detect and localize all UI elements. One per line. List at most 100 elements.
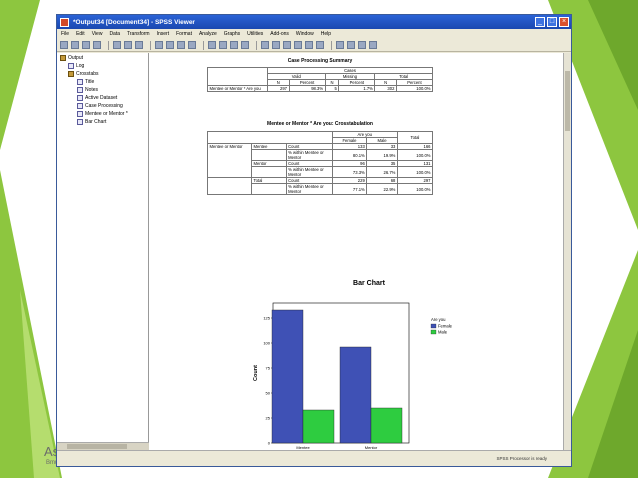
col-header-total: Total (396, 131, 434, 144)
menu-file[interactable]: File (61, 31, 69, 37)
menu-addons[interactable]: Add-ons (270, 31, 289, 37)
select-last-output-icon[interactable] (208, 41, 216, 49)
print-icon[interactable] (82, 41, 90, 49)
table-icon (77, 111, 83, 117)
insert-title-icon[interactable] (241, 41, 249, 49)
legend-label-male: Male (438, 330, 448, 335)
save-icon[interactable] (71, 41, 79, 49)
menu-format[interactable]: Format (176, 31, 192, 37)
menu-bar: File Edit View Data Transform Insert For… (57, 29, 571, 39)
close-button[interactable]: × (559, 17, 569, 27)
info-icon[interactable] (369, 41, 377, 49)
y-tick-label: 25 (266, 416, 271, 421)
book-icon (68, 71, 74, 77)
designate-window-icon[interactable] (219, 41, 227, 49)
outline-item-crosstab-table[interactable]: Mentee or Mentor * (77, 111, 128, 117)
table-icon (77, 103, 83, 109)
outline-item-output[interactable]: Output (60, 55, 83, 61)
toolbar-separator (256, 40, 257, 50)
undo-icon[interactable] (124, 41, 132, 49)
arrow-right-icon[interactable] (316, 41, 324, 49)
notes-icon (77, 87, 83, 93)
dataset-icon (77, 95, 83, 101)
insert-heading-icon[interactable] (230, 41, 238, 49)
y-tick-label: 100 (263, 341, 270, 346)
bar-female-mentor (339, 346, 372, 444)
chart-icon (77, 119, 83, 125)
menu-view[interactable]: View (92, 31, 103, 37)
redo-icon[interactable] (135, 41, 143, 49)
table-cell: 1.7% (338, 85, 376, 92)
table-cell: 100.0% (396, 183, 434, 195)
demote-icon[interactable] (272, 41, 280, 49)
title-bar[interactable]: *Output34 [Document34] - SPSS Viewer _ □… (57, 15, 571, 29)
table-cell: 297 (267, 85, 290, 92)
chart-title: Bar Chart (353, 280, 386, 287)
maximize-button[interactable]: □ (547, 17, 557, 27)
slide: As Bmu *Output34 [Document34] - SPSS Vie… (0, 0, 638, 478)
outline-item-case-processing[interactable]: Case Processing (77, 103, 123, 109)
outline-item-crosstabs[interactable]: Crosstabs (68, 71, 99, 77)
output-vertical-scrollbar[interactable] (563, 53, 571, 450)
print-preview-icon[interactable] (93, 41, 101, 49)
table-cell: 26.7% (366, 166, 398, 178)
outline-item-bar-chart[interactable]: Bar Chart (77, 119, 106, 125)
collapse-icon[interactable] (294, 41, 302, 49)
menu-help[interactable]: Help (321, 31, 331, 37)
open-icon[interactable] (60, 41, 68, 49)
variables-icon[interactable] (177, 41, 185, 49)
hide-icon[interactable] (347, 41, 355, 49)
outline-pane: Output Log Crosstabs Title Notes Active … (57, 53, 149, 450)
table-cell: 19.9% (366, 149, 398, 161)
menu-window[interactable]: Window (296, 31, 314, 37)
table-cell: 5 (324, 85, 340, 92)
goto-case-icon[interactable] (166, 41, 174, 49)
row-group-label (251, 166, 287, 178)
title-icon (77, 79, 83, 85)
outline-horizontal-scrollbar[interactable] (57, 442, 149, 450)
viewer-content: Output Log Crosstabs Title Notes Active … (57, 53, 571, 450)
table-cell: 100.0% (396, 166, 434, 178)
legend-label-female: Female (438, 324, 453, 329)
promote-icon[interactable] (261, 41, 269, 49)
bar-female-mentee (271, 309, 304, 444)
stat-label: % within Mentee or Mentor (285, 149, 333, 161)
row-group-label (251, 149, 287, 161)
toolbar-separator (203, 40, 204, 50)
bar-male-mentee (302, 409, 335, 444)
export-icon[interactable] (113, 41, 121, 49)
menu-analyze[interactable]: Analyze (199, 31, 217, 37)
bar-chart[interactable]: Bar Chart0255075100125CountMenteeMentorM… (249, 273, 479, 453)
crosstab-title: Mentee or Mentor * Are you: Crosstabulat… (267, 121, 373, 127)
y-tick-label: 0 (268, 441, 271, 446)
case-summary-table[interactable]: Cases Valid Missing Total N Percent N Pe… (207, 67, 434, 92)
arrow-left-icon[interactable] (305, 41, 313, 49)
y-tick-label: 125 (263, 316, 270, 321)
toolbar-separator (108, 40, 109, 50)
outline-item-active-dataset[interactable]: Active Dataset (77, 95, 117, 101)
menu-data[interactable]: Data (109, 31, 120, 37)
menu-insert[interactable]: Insert (157, 31, 170, 37)
outline-item-title[interactable]: Title (77, 79, 94, 85)
table-cell: 100.0% (395, 85, 434, 92)
table-cell: 22.9% (366, 183, 398, 195)
script-icon[interactable] (358, 41, 366, 49)
log-icon (68, 63, 74, 69)
menu-transform[interactable]: Transform (127, 31, 150, 37)
chart-builder-icon[interactable] (188, 41, 196, 49)
show-icon[interactable] (336, 41, 344, 49)
outline-item-notes[interactable]: Notes (77, 87, 98, 93)
scroll-thumb[interactable] (67, 444, 127, 449)
table-cell: 80.1% (331, 149, 368, 161)
menu-edit[interactable]: Edit (76, 31, 85, 37)
minimize-button[interactable]: _ (535, 17, 545, 27)
scroll-thumb[interactable] (565, 71, 570, 131)
crosstab-table[interactable]: Are you Total Female Male Mentee or Ment… (207, 131, 434, 195)
status-text: SPSS Processor is ready (496, 456, 547, 461)
menu-graphs[interactable]: Graphs (224, 31, 240, 37)
expand-icon[interactable] (283, 41, 291, 49)
outline-item-log[interactable]: Log (68, 63, 84, 69)
menu-utilities[interactable]: Utilities (247, 31, 263, 37)
goto-data-icon[interactable] (155, 41, 163, 49)
toolbar-separator (150, 40, 151, 50)
